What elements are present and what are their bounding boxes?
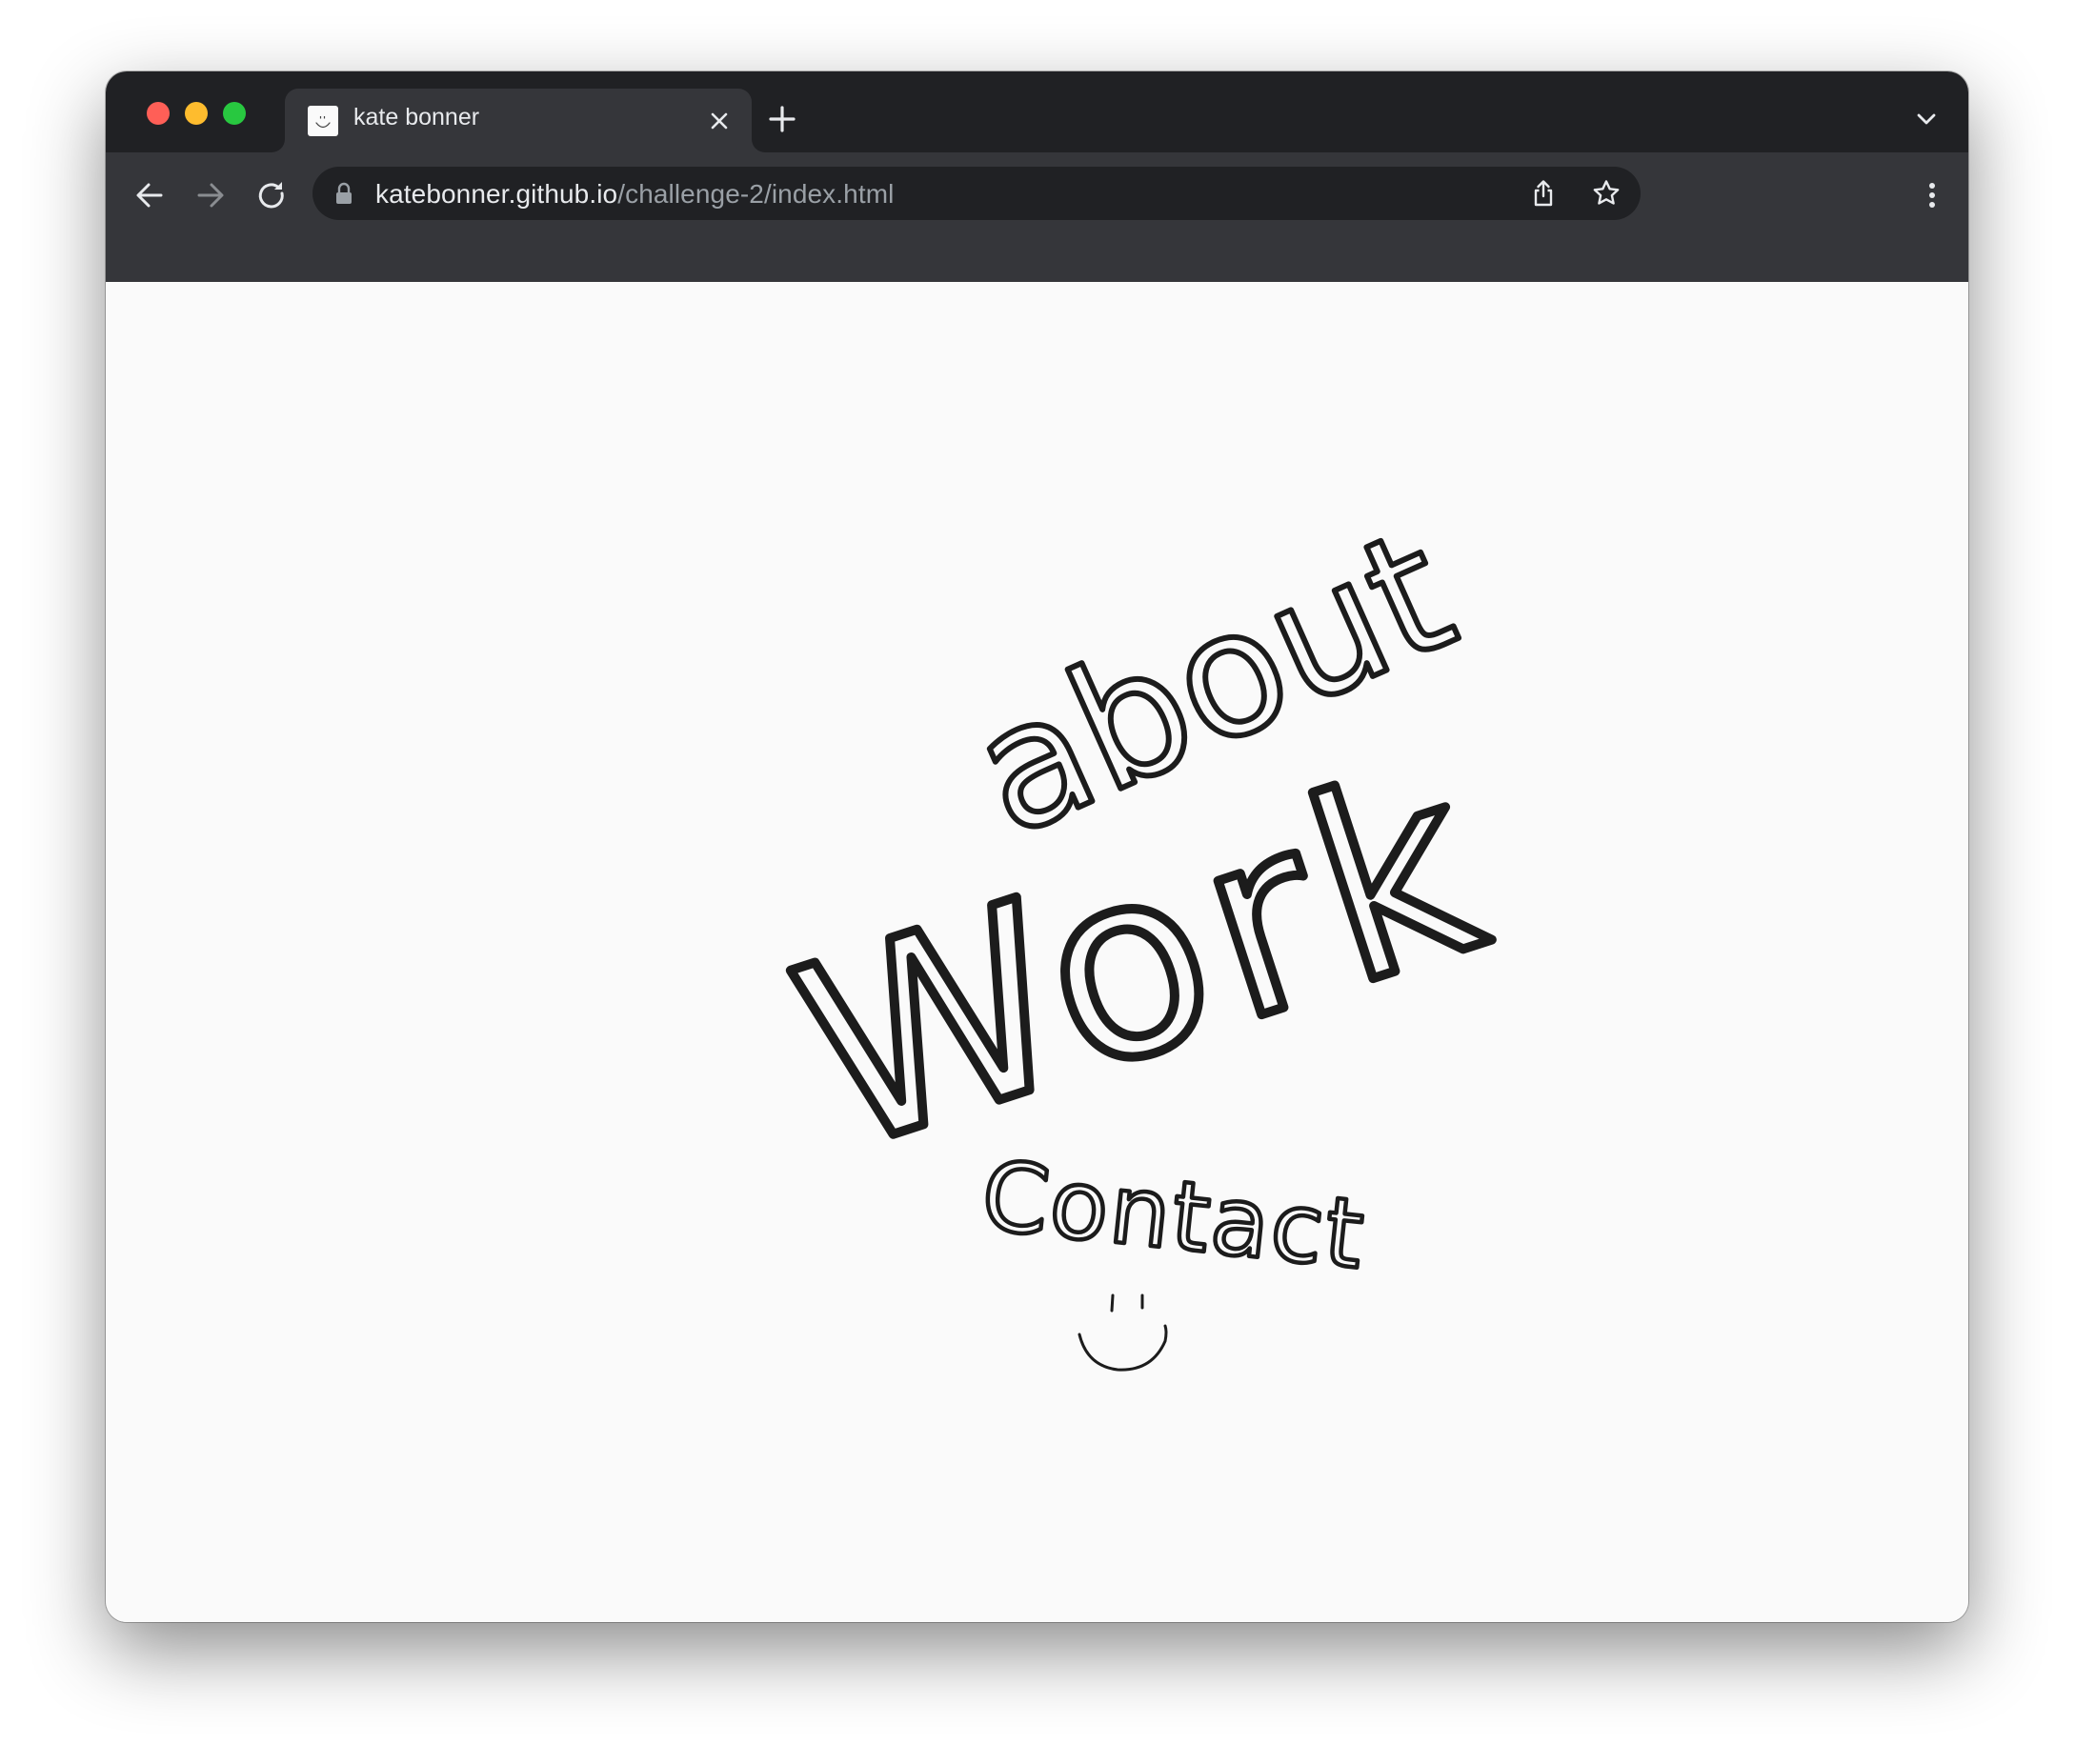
close-window-button[interactable] [147, 102, 170, 125]
browser-toolbar: katebonner.github.io/challenge-2/index.h… [106, 152, 1968, 282]
minimize-window-button[interactable] [185, 102, 208, 125]
url-text: katebonner.github.io/challenge-2/index.h… [375, 179, 894, 210]
maximize-window-button[interactable] [223, 102, 246, 125]
tab-title: kate bonner [353, 104, 480, 130]
url-path: /challenge-2/index.html [617, 179, 895, 209]
reload-icon[interactable] [252, 176, 291, 214]
smiley-face-icon [1078, 1293, 1168, 1372]
share-icon[interactable] [1528, 178, 1559, 209]
nav-contact-link[interactable]: Contact [858, 1101, 1411, 1311]
lock-icon[interactable] [333, 182, 354, 205]
nav-contact-label: Contact [977, 1140, 1370, 1291]
close-tab-icon[interactable] [704, 106, 735, 136]
forward-arrow-icon[interactable] [191, 176, 230, 214]
back-arrow-icon[interactable] [131, 176, 169, 214]
address-bar[interactable]: katebonner.github.io/challenge-2/index.h… [312, 167, 1641, 220]
chevron-down-icon[interactable] [1913, 106, 1940, 132]
smiley-favicon-icon [308, 106, 338, 136]
tab-kate-bonner[interactable]: kate bonner [285, 89, 752, 152]
kebab-menu-icon[interactable] [1924, 176, 1940, 214]
browser-window: kate bonner katebonner.github.io/challen… [106, 71, 1968, 1622]
tab-strip: kate bonner [106, 71, 1968, 152]
bookmark-star-icon[interactable] [1591, 178, 1622, 209]
nav-work-link[interactable]: Work [658, 704, 1592, 1214]
page-content: about Work Contact [106, 282, 1968, 1622]
new-tab-plus-icon[interactable] [765, 102, 799, 136]
url-host: katebonner.github.io [375, 179, 618, 209]
